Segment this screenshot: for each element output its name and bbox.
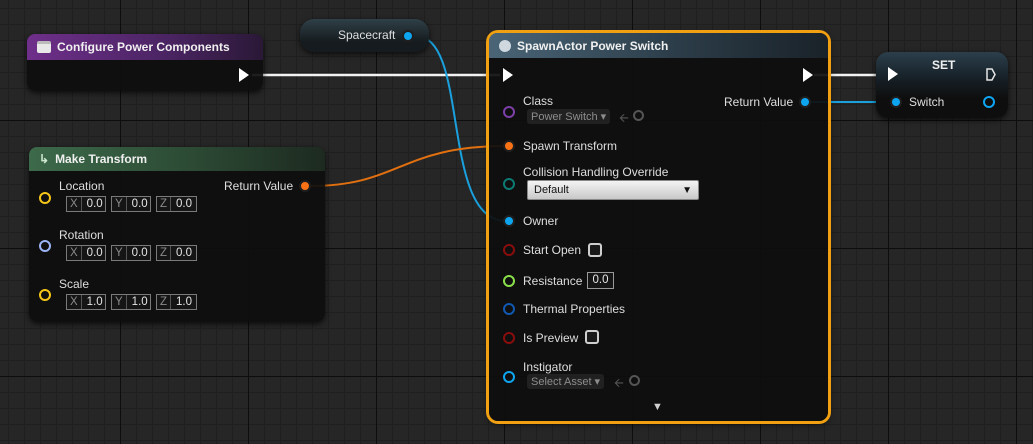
rotation-x-field[interactable]: X 0.0: [66, 245, 106, 261]
location-z-field[interactable]: Z 0.0: [156, 196, 197, 212]
z-axis-label: Z: [157, 246, 172, 260]
make-transform-return-pin[interactable]: [299, 180, 311, 192]
class-select[interactable]: Power Switch ▾: [527, 109, 611, 124]
use-selected-arrow-icon[interactable]: 🡨: [614, 374, 624, 395]
location-label: Location: [59, 179, 105, 193]
make-transform-node[interactable]: ↳ Make Transform Return Value Location X…: [29, 147, 325, 322]
set-exec-out-pin[interactable]: [986, 68, 996, 81]
z-axis-label: Z: [157, 295, 172, 309]
instigator-select-value: Select Asset: [531, 375, 592, 388]
z-axis-label: Z: [157, 197, 172, 211]
x-axis-label: X: [67, 246, 82, 260]
location-x-field[interactable]: X 0.0: [66, 196, 106, 212]
location-x-value: 0.0: [86, 198, 103, 210]
spawn-exec-in-pin[interactable]: [503, 68, 513, 82]
collision-dropdown[interactable]: Default ▼: [527, 180, 699, 200]
resistance-value: 0.0: [592, 274, 609, 286]
pure-function-icon: ↳: [39, 152, 50, 166]
spawn-actor-title: SpawnActor Power Switch: [517, 38, 669, 53]
set-title: SET: [932, 58, 956, 72]
chevron-down-icon: ▾: [594, 376, 601, 388]
scale-z-value: 1.0: [176, 296, 193, 308]
class-pin[interactable]: [503, 106, 515, 118]
location-z-value: 0.0: [176, 198, 193, 210]
scale-z-field[interactable]: Z 1.0: [156, 294, 197, 310]
spawn-return-label: Return Value: [724, 95, 794, 109]
switch-label: Switch: [909, 95, 945, 109]
browse-asset-icon[interactable]: [633, 110, 644, 121]
spawn-return-pin[interactable]: [799, 96, 811, 108]
make-transform-return-label: Return Value: [224, 179, 294, 193]
owner-label: Owner: [523, 214, 559, 228]
configure-node-header[interactable]: Configure Power Components: [27, 34, 263, 60]
scale-x-field[interactable]: X 1.0: [66, 294, 106, 310]
scale-x-value: 1.0: [86, 296, 103, 308]
scale-label: Scale: [59, 277, 90, 291]
switch-out-pin[interactable]: [983, 96, 995, 108]
scale-y-value: 1.0: [131, 296, 148, 308]
location-y-field[interactable]: Y 0.0: [111, 196, 151, 212]
resistance-label: Resistance: [523, 274, 583, 288]
y-axis-label: Y: [112, 197, 127, 211]
configure-exec-out-pin[interactable]: [239, 68, 249, 82]
rotation-y-field[interactable]: Y 0.0: [111, 245, 151, 261]
start-open-pin[interactable]: [503, 244, 515, 256]
spacecraft-label: Spacecraft: [338, 28, 396, 42]
instigator-select[interactable]: Select Asset ▾: [527, 374, 605, 389]
chevron-down-icon: ▾: [600, 111, 607, 123]
rotation-z-field[interactable]: Z 0.0: [156, 245, 197, 261]
resistance-field[interactable]: 0.0: [587, 272, 614, 289]
x-axis-label: X: [67, 295, 82, 309]
switch-in-pin[interactable]: [890, 96, 902, 108]
spawn-actor-icon: [499, 39, 511, 52]
class-select-value: Power Switch: [531, 110, 598, 123]
spawn-actor-header[interactable]: SpawnActor Power Switch: [489, 33, 828, 58]
rotation-pin[interactable]: [39, 240, 51, 252]
set-exec-in-pin[interactable]: [888, 67, 898, 81]
owner-pin[interactable]: [503, 215, 515, 227]
instigator-label: Instigator: [523, 360, 573, 374]
spacecraft-out-pin[interactable]: [402, 30, 414, 42]
y-axis-label: Y: [112, 246, 127, 260]
resistance-pin[interactable]: [503, 275, 515, 287]
y-axis-label: Y: [112, 295, 127, 309]
chevron-down-icon: ▼: [682, 184, 692, 196]
use-selected-arrow-icon[interactable]: 🡨: [619, 109, 629, 130]
is-preview-checkbox[interactable]: [585, 330, 599, 344]
rotation-x-value: 0.0: [86, 247, 103, 259]
spacecraft-variable-node[interactable]: Spacecraft: [300, 19, 429, 52]
thermal-label: Thermal Properties: [523, 302, 626, 316]
is-preview-label: Is Preview: [523, 331, 579, 345]
spawn-actor-node[interactable]: SpawnActor Power Switch Class Power Swit…: [489, 33, 828, 421]
is-preview-pin[interactable]: [503, 332, 515, 344]
spawn-transform-label: Spawn Transform: [523, 139, 618, 153]
location-y-value: 0.0: [131, 198, 148, 210]
browse-asset-icon[interactable]: [629, 375, 640, 386]
location-pin[interactable]: [39, 192, 51, 204]
expand-advanced-icon[interactable]: ▼: [652, 401, 663, 413]
spawn-transform-pin[interactable]: [503, 140, 515, 152]
scale-pin[interactable]: [39, 289, 51, 301]
configure-node-title: Configure Power Components: [57, 40, 230, 54]
make-transform-title: Make Transform: [55, 152, 148, 166]
thermal-pin[interactable]: [503, 303, 515, 315]
spawn-exec-out-pin[interactable]: [803, 68, 813, 82]
instigator-pin[interactable]: [503, 371, 515, 383]
collision-label: Collision Handling Override: [523, 165, 669, 179]
set-variable-node[interactable]: SET Switch: [876, 52, 1008, 118]
rotation-z-value: 0.0: [176, 247, 193, 259]
collision-pin[interactable]: [503, 178, 515, 190]
configure-power-components-node[interactable]: Configure Power Components: [27, 34, 263, 91]
rotation-label: Rotation: [59, 228, 104, 242]
make-transform-header[interactable]: ↳ Make Transform: [29, 147, 325, 171]
rotation-y-value: 0.0: [131, 247, 148, 259]
function-icon: [37, 41, 51, 53]
wire-transform-to-spawn-transform: [309, 145, 507, 187]
start-open-checkbox[interactable]: [588, 243, 602, 257]
start-open-label: Start Open: [523, 243, 582, 257]
collision-dropdown-value: Default: [534, 184, 569, 196]
scale-y-field[interactable]: Y 1.0: [111, 294, 151, 310]
class-label: Class: [523, 94, 554, 108]
x-axis-label: X: [67, 197, 82, 211]
